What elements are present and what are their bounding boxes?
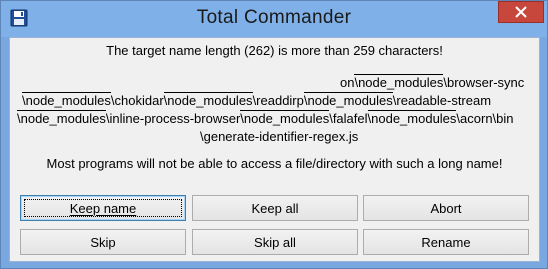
path-segment: \node_modules [22, 92, 111, 108]
close-button[interactable] [498, 1, 544, 23]
abort-button[interactable]: Abort [363, 195, 529, 221]
path-segment: \generate-identifier-regex.js [200, 129, 359, 144]
skip-all-button[interactable]: Skip all [192, 229, 358, 255]
rename-button[interactable]: Rename [363, 229, 529, 255]
path-segment: \chokidar [110, 93, 164, 108]
path-segment: \node_modules [303, 92, 393, 108]
rename-label: Rename [421, 234, 471, 250]
keep-all-label: Keep all [251, 200, 299, 216]
warning-message: Most programs will not be able to access… [46, 156, 503, 171]
title-bar[interactable]: Total Commander [1, 1, 547, 37]
path-segment: \node_modules [354, 74, 444, 90]
path-segment: \browser-sync [443, 75, 525, 90]
dialog-body: The target name length (262) is more tha… [9, 37, 540, 262]
close-icon [515, 6, 527, 18]
path-segment: \acorn\bin [456, 111, 514, 126]
path-segment: on [340, 75, 355, 90]
keep-name-button[interactable]: Keep name [20, 195, 186, 221]
abort-label: Abort [430, 200, 462, 216]
path-segment: \node_modules [17, 110, 106, 126]
path-segment: \readable-stream [392, 93, 492, 108]
path-line: \node_modules\chokidar\node_modules\read… [22, 92, 492, 108]
path-segment: \node_modules [163, 92, 253, 108]
error-message: The target name length (262) is more tha… [106, 43, 443, 58]
skip-button[interactable]: Skip [20, 229, 186, 255]
path-line: \node_modules\inline-process-browser\nod… [17, 110, 514, 126]
window-title: Total Commander [196, 7, 352, 28]
keep-name-label: Keep name [69, 200, 137, 216]
skip-all-label: Skip all [254, 234, 296, 250]
path-line: on\node_modules\browser-sync [340, 74, 525, 90]
dialog-window: Total Commander The target name length (… [0, 0, 548, 269]
keep-all-button[interactable]: Keep all [192, 195, 358, 221]
path-segment: \readdirp [252, 93, 304, 108]
path-segment: \node_modules [240, 110, 330, 126]
path-segment: \node_modules [367, 110, 457, 126]
path-segment: \inline-process-browser [105, 111, 241, 126]
path-segment: \falafel [329, 111, 368, 126]
skip-label: Skip [90, 234, 116, 250]
path-line: \generate-identifier-regex.js [200, 129, 358, 144]
